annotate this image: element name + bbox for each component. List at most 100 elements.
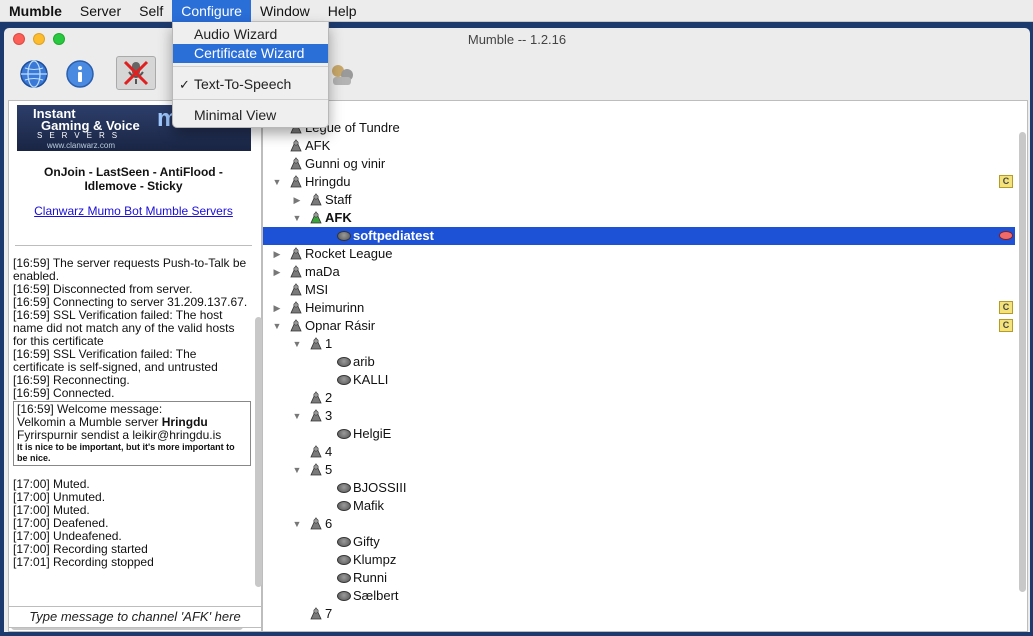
user-row[interactable]: Klumpz: [263, 551, 1015, 569]
menu-item-minimal-view[interactable]: Minimal View: [173, 106, 328, 125]
channel-row[interactable]: ▼ Opnar Rásir C: [263, 317, 1015, 335]
welcome-contact: Fyrirspurnir sendist a leikir@hringdu.is: [17, 428, 222, 442]
channel-row[interactable]: Legue of Tundre: [263, 119, 1015, 137]
channel-name: 5: [325, 462, 333, 477]
expand-arrow-open-icon[interactable]: ▼: [291, 461, 303, 479]
menu-item-label: Text-To-Speech: [194, 76, 292, 92]
user-name: Gifty: [353, 534, 380, 549]
channel-row[interactable]: MSI: [263, 281, 1015, 299]
expand-arrow-closed-icon[interactable]: ▶: [271, 299, 283, 317]
channel-icon: [289, 265, 303, 279]
channel-row[interactable]: ▼ Hringdu C: [263, 173, 1015, 191]
comment-icon[interactable]: C: [999, 175, 1013, 188]
connect-globe-icon[interactable]: [18, 58, 50, 90]
channel-row[interactable]: 7: [263, 605, 1015, 623]
expand-arrow-open-icon[interactable]: ▼: [291, 209, 303, 227]
toolbar: [4, 50, 1030, 98]
configure-menu: Audio Wizard Certificate Wizard ✓ Text-To…: [172, 22, 329, 128]
info-log-pane: Instant Gaming & Voice SERVERS www.clanw…: [8, 100, 262, 632]
user-row[interactable]: Runni: [263, 569, 1015, 587]
plugins-line2: Idlemove - Sticky: [84, 179, 183, 193]
configure-icon[interactable]: [326, 58, 358, 90]
channel-row[interactable]: ▶ maDa: [263, 263, 1015, 281]
menu-item-text-to-speech[interactable]: ✓ Text-To-Speech: [173, 75, 328, 94]
comment-icon[interactable]: C: [999, 319, 1013, 332]
menu-item-label: Minimal View: [194, 107, 277, 123]
menu-item-certificate-wizard[interactable]: Certificate Wizard: [173, 44, 328, 63]
title-bar: Mumble -- 1.2.16: [4, 28, 1030, 50]
channel-row[interactable]: ▼ AFK: [263, 209, 1015, 227]
chat-message-input[interactable]: Type message to channel 'AFK' here: [8, 606, 262, 628]
channel-icon: [289, 247, 303, 261]
log-vertical-scrollbar[interactable]: [255, 317, 262, 587]
user-row[interactable]: BJOSSIII: [263, 479, 1015, 497]
channel-name: AFK: [305, 138, 331, 153]
channel-row[interactable]: ▶ Heimurinn C: [263, 299, 1015, 317]
expand-arrow-closed-icon[interactable]: ▶: [271, 245, 283, 263]
plugins-text: OnJoin - LastSeen - AntiFlood - Idlemove…: [15, 165, 252, 193]
user-name: BJOSSIII: [353, 480, 407, 495]
channel-name: Opnar Rásir: [305, 318, 376, 333]
channel-row[interactable]: ▶ Rocket League: [263, 245, 1015, 263]
user-name: Runni: [353, 570, 387, 585]
expand-arrow-open-icon[interactable]: ▼: [291, 407, 303, 425]
channel-name: Staff: [325, 192, 352, 207]
user-name: Sælbert: [353, 588, 399, 603]
channel-icon: [289, 319, 303, 333]
comment-icon[interactable]: C: [999, 301, 1013, 314]
menu-app[interactable]: Mumble: [0, 0, 71, 22]
channel-row[interactable]: Gunni og vinir: [263, 155, 1015, 173]
welcome-text: Velkomin a Mumble server: [17, 415, 162, 429]
channel-icon: [309, 211, 323, 225]
channel-row[interactable]: ▼ 3: [263, 407, 1015, 425]
menu-help[interactable]: Help: [319, 0, 366, 22]
log-line: [16:59] SSL Verification failed: The hos…: [13, 308, 235, 348]
checkmark-icon: ✓: [179, 77, 190, 92]
menu-configure[interactable]: Configure: [172, 0, 251, 22]
expand-arrow-open-icon[interactable]: ▼: [291, 515, 303, 533]
expand-arrow-open-icon[interactable]: ▼: [271, 317, 283, 335]
tree-vertical-scrollbar[interactable]: [1019, 132, 1026, 592]
user-icon: [337, 483, 351, 493]
channel-row[interactable]: 4: [263, 443, 1015, 461]
menu-separator: [173, 99, 328, 100]
info-icon[interactable]: [64, 58, 96, 90]
channel-row[interactable]: ▼ 1: [263, 335, 1015, 353]
user-icon: [337, 357, 351, 367]
expand-arrow-open-icon[interactable]: ▼: [271, 173, 283, 191]
expand-arrow-closed-icon[interactable]: ▶: [291, 191, 303, 209]
menu-server[interactable]: Server: [71, 0, 130, 22]
user-row[interactable]: HelgiE: [263, 425, 1015, 443]
menu-self[interactable]: Self: [130, 0, 172, 22]
menu-window[interactable]: Window: [251, 0, 319, 22]
channel-row[interactable]: ▼ 5: [263, 461, 1015, 479]
welcome-motto: It is nice to be important, but it's mor…: [17, 442, 235, 463]
menu-separator: [173, 66, 328, 67]
channel-row[interactable]: ▶ Staff: [263, 191, 1015, 209]
channel-icon: [309, 517, 323, 531]
expand-arrow-open-icon[interactable]: ▼: [291, 335, 303, 353]
user-row[interactable]: KALLI: [263, 371, 1015, 389]
user-row[interactable]: Gifty: [263, 533, 1015, 551]
user-row[interactable]: Sælbert: [263, 587, 1015, 605]
expand-arrow-closed-icon[interactable]: ▶: [271, 263, 283, 281]
user-row[interactable]: Mafik: [263, 497, 1015, 515]
user-row[interactable]: softpediatest: [263, 227, 1015, 245]
channel-icon: [289, 301, 303, 315]
menu-item-label: Certificate Wizard: [194, 45, 305, 61]
plugins-line1: OnJoin - LastSeen - AntiFlood -: [44, 165, 223, 179]
mute-self-icon[interactable]: [116, 56, 156, 90]
server-link[interactable]: Clanwarz Mumo Bot Mumble Servers: [15, 204, 252, 218]
menu-item-audio-wizard[interactable]: Audio Wizard: [173, 25, 328, 44]
user-name: arib: [353, 354, 375, 369]
channel-row[interactable]: ▼ 6: [263, 515, 1015, 533]
channel-name: 1: [325, 336, 333, 351]
channel-icon: [289, 139, 303, 153]
user-row[interactable]: arib: [263, 353, 1015, 371]
menu-bar: Mumble Server Self Configure Window Help: [0, 0, 1033, 22]
channel-row[interactable]: ehf: [263, 101, 1015, 119]
channel-row[interactable]: AFK: [263, 137, 1015, 155]
channel-name: Heimurinn: [305, 300, 365, 315]
user-name: HelgiE: [353, 426, 392, 441]
channel-row[interactable]: 2: [263, 389, 1015, 407]
